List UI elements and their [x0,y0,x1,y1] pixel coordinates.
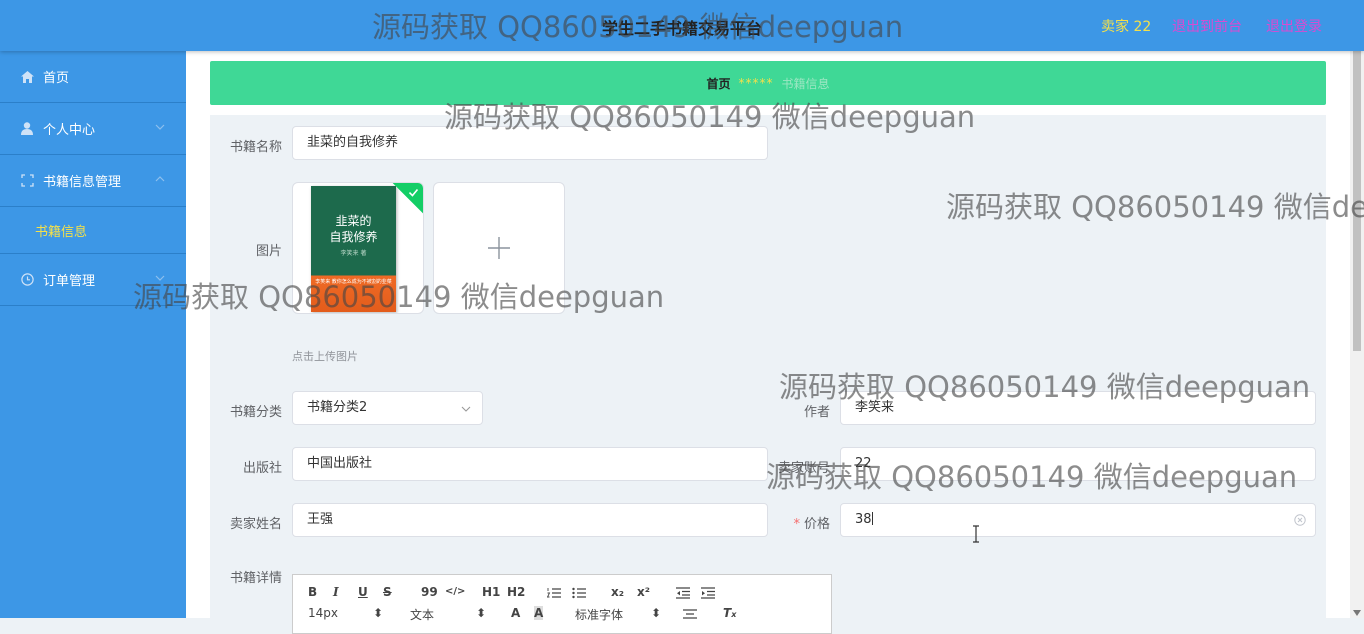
home-icon [20,70,34,84]
cover-banner-text: 李笑来 教你怎么成为不被割的韭菜 [315,279,392,285]
plus-icon [488,237,510,259]
price-label-text: 价格 [803,517,830,532]
price-input[interactable]: 38 [840,503,1316,537]
underline-button[interactable]: U [358,585,368,599]
category-label: 书籍分类 [229,405,282,420]
subscript-button[interactable]: x₂ [611,585,624,599]
clear-icon[interactable] [1294,514,1306,526]
chevron-up-icon [155,176,165,182]
current-user-label: 卖家 22 [1101,19,1152,35]
sidebar-item-label: 个人中心 [43,123,96,138]
upload-hint: 点击上传图片 [292,350,358,363]
book-name-input[interactable]: 韭菜的自我修养 [292,126,768,160]
scroll-down-icon[interactable] [1353,610,1361,616]
sidebar: 首页 个人中心 书籍信息管理 书籍信息 订单管理 [0,51,186,618]
publisher-label: 出版社 [242,461,282,476]
author-input[interactable]: 李笑来 [840,391,1316,425]
indent-icon[interactable] [701,587,715,599]
rich-text-editor[interactable]: B I U S 99 </> H1 H2 x₂ x² 14px ⬍ 文本 ⬍ A… [292,574,832,634]
breadcrumb-current: 书籍信息 [781,76,830,91]
strike-button[interactable]: S [383,585,392,599]
text-caret [871,512,873,525]
superscript-button[interactable]: x² [637,585,650,599]
outdent-icon[interactable] [676,587,690,599]
grid-icon [20,174,34,188]
sidebar-item-orders[interactable]: 订单管理 [0,254,186,306]
scrollbar-thumb[interactable] [1353,51,1361,351]
price-label: * 价格 [758,513,830,532]
page-scrollbar[interactable] [1350,51,1364,618]
back-to-frontend-link[interactable]: 退出到前台 [1172,16,1242,36]
seller-account-label: 卖家账号 [777,461,830,476]
sidebar-item-label: 书籍信息管理 [43,175,122,190]
seller-name-input[interactable]: 王强 [292,503,768,537]
author-label: 作者 [803,405,830,420]
code-button[interactable]: </> [445,586,465,597]
book-name-label: 书籍名称 [229,140,282,155]
text-cursor-icon [973,525,979,543]
uploaded-image-card[interactable]: 韭菜的 自我修养 李笑来 著 李笑来 教你怎么成为不被割的韭菜 [292,182,424,314]
align-icon[interactable] [683,608,697,620]
h2-button[interactable]: H2 [507,585,525,599]
sidebar-item-label: 订单管理 [43,274,96,289]
image-label: 图片 [255,244,282,259]
cover-author: 李笑来 著 [340,250,367,257]
sidebar-item-label: 首页 [43,71,70,86]
publisher-input[interactable]: 中国出版社 [292,447,768,481]
italic-button[interactable]: I [333,585,339,599]
seller-name-label: 卖家姓名 [229,517,282,532]
quote-button[interactable]: 99 [421,585,438,599]
logout-link[interactable]: 退出登录 [1266,16,1322,36]
price-input-value: 38 [855,512,872,527]
sidebar-item-personal-center[interactable]: 个人中心 [0,103,186,155]
main-content: 首页 ***** 书籍信息 书籍名称 韭菜的自我修养 图片 韭菜的 自我修养 李… [186,51,1350,634]
h1-button[interactable]: H1 [482,585,500,599]
cover-title-line1: 韭菜的 [335,214,372,228]
upload-image-button[interactable] [433,182,565,314]
chevron-down-icon [461,406,471,412]
category-select[interactable]: 书籍分类2 [292,391,483,425]
text-type-picker[interactable]: 文本 [410,606,434,623]
required-mark: * [793,517,800,532]
top-navbar: 学生二手书籍交易平台 卖家 22 退出到前台 退出登录 [0,0,1364,51]
category-selected-value: 书籍分类2 [307,400,368,415]
book-cover-image: 韭菜的 自我修养 李笑来 著 李笑来 教你怎么成为不被割的韭菜 [311,186,396,312]
breadcrumb: 首页 ***** 书籍信息 [210,61,1326,105]
chevron-down-icon [155,124,165,130]
bold-button[interactable]: B [308,585,317,599]
sidebar-item-book-management[interactable]: 书籍信息管理 [0,155,186,207]
book-edit-form: 书籍名称 韭菜的自我修养 图片 韭菜的 自我修养 李笑来 著 李笑来 教你怎么成… [210,115,1326,634]
bullet-list-icon[interactable] [572,587,586,599]
user-icon [20,122,34,136]
ordered-list-icon[interactable] [547,587,561,599]
clock-icon [20,273,34,287]
font-family-picker[interactable]: 标准字体 [575,606,623,623]
upload-success-badge [391,183,423,215]
seller-account-input[interactable]: 22 [840,447,1316,481]
sidebar-subitem-book-info[interactable]: 书籍信息 [0,207,186,254]
check-icon [408,189,419,197]
detail-label: 书籍详情 [229,571,282,586]
cover-title-line2: 自我修养 [329,230,378,244]
sidebar-subitem-label: 书籍信息 [35,224,88,240]
chevron-down-icon [155,275,165,281]
app-title: 学生二手书籍交易平台 [601,19,762,38]
breadcrumb-separator: ***** [738,76,774,90]
sidebar-item-home[interactable]: 首页 [0,51,186,103]
breadcrumb-home[interactable]: 首页 [706,75,730,92]
